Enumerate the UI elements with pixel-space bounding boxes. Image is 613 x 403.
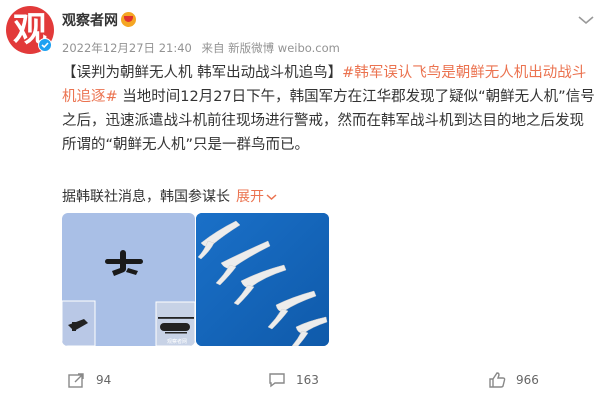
like-count: 966 (516, 373, 539, 387)
post-text: 【误判为朝鲜无人机 韩军出动战斗机追鸟】#韩军误认飞鸟是朝鲜无人机出动战斗机追逐… (62, 61, 597, 157)
post-source: 来自 新版微博 weibo.com (201, 41, 340, 55)
expand-label: 展开 (236, 189, 264, 205)
verified-icon (38, 38, 52, 52)
image-watermark: 观察者网 (167, 338, 187, 345)
post-excerpt: 据韩联社消息，韩国参谋长 (62, 189, 230, 205)
aircraft-silhouette (105, 250, 143, 276)
post-title: 【误判为朝鲜无人机 韩军出动战斗机追鸟】 (62, 65, 343, 81)
post-meta: 2022年12月27日 21:40 来自 新版微博 weibo.com (62, 40, 340, 56)
member-badge-icon (121, 12, 136, 27)
comment-icon (269, 373, 285, 388)
repost-icon (68, 373, 84, 388)
like-button[interactable]: 966 (488, 368, 539, 392)
thumbs-up-icon (489, 372, 506, 388)
action-bar: 94 163 966 (0, 368, 613, 392)
post-image-birds[interactable] (196, 213, 329, 346)
chevron-down-icon[interactable] (577, 14, 595, 26)
repost-button[interactable]: 94 (68, 368, 111, 392)
post-text-continued: 据韩联社消息，韩国参谋长 展开 (62, 186, 277, 206)
comment-count: 163 (296, 373, 319, 387)
post-timestamp[interactable]: 2022年12月27日 21:40 (62, 41, 192, 55)
comment-button[interactable]: 163 (268, 368, 319, 392)
repost-count: 94 (96, 373, 112, 387)
post-body: 当地时间12月27日下午，韩国军方在江华郡发现了疑似“朝鲜无人机”信号之后，迅速… (62, 89, 595, 153)
chevron-down-icon (266, 194, 277, 201)
account-name[interactable]: 观察者网 (62, 10, 118, 30)
expand-button[interactable]: 展开 (236, 189, 277, 205)
post-image-aircraft[interactable]: 观察者网 (62, 213, 195, 346)
